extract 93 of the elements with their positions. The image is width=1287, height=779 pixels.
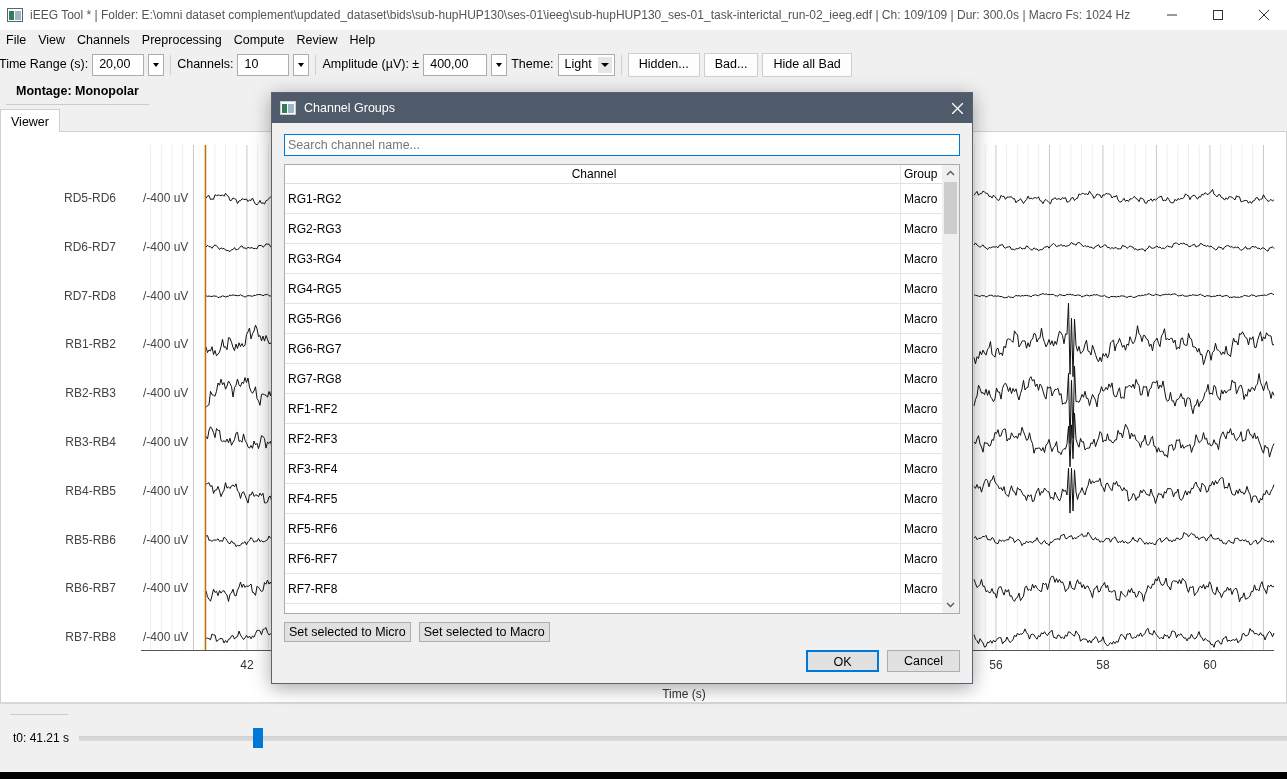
- axis-title: Time (s): [662, 687, 706, 701]
- spin-button[interactable]: [491, 53, 508, 76]
- channels-label: Channels:: [177, 56, 234, 74]
- menu-item[interactable]: Review: [290, 31, 344, 50]
- dropdown-icon: [597, 56, 612, 73]
- tick-label: 60: [1203, 658, 1217, 672]
- close-icon: [951, 102, 963, 114]
- scale-label: /-400 uV: [143, 337, 189, 352]
- scale-label: /-400 uV: [143, 435, 189, 449]
- table-cell-text: RG5-RG6: [287, 310, 343, 328]
- caret-icon: [298, 62, 305, 67]
- search-field[interactable]: Search channel name...: [284, 134, 960, 156]
- table-cell-text: RG4-RG5: [287, 280, 343, 298]
- table-cell-text: RF5-RF6: [287, 520, 339, 538]
- caret-icon: [153, 62, 160, 67]
- channel-label: RB4-RB5: [65, 483, 116, 498]
- t0-label: t0: 41.21 s: [13, 730, 70, 747]
- menu-item[interactable]: Channels: [71, 31, 136, 50]
- eeg-trace: [205, 627, 273, 644]
- group-button[interactable]: Set selected to Macro: [418, 622, 550, 642]
- scale-label: /-400 uV: [143, 483, 189, 498]
- menu-item[interactable]: Preprocessing: [135, 31, 228, 50]
- scale-label: /-400 uV: [143, 386, 189, 401]
- scale-label: /-400 uV: [143, 532, 189, 547]
- toolbar-button[interactable]: Bad...: [703, 52, 759, 77]
- table-cell-text: RG6-RG7: [287, 340, 343, 358]
- channel-label: RB5-RB6: [65, 532, 116, 547]
- tick-label: 58: [1096, 658, 1110, 672]
- column-header[interactable]: Channel: [285, 165, 900, 183]
- table-cell-text: RF6-RF7: [287, 550, 339, 568]
- cancel-button[interactable]: Cancel: [887, 650, 960, 672]
- amplitude-label: Amplitude (µV): ±: [322, 56, 420, 74]
- theme-dropdown[interactable]: Light: [557, 53, 615, 76]
- tick-label: 56: [989, 658, 1003, 672]
- eeg-trace: [205, 192, 273, 206]
- window-title: iEEG Tool * | Folder: E:\omni dataset complement\updated_dataset\bids\sub-hupHUP130\ses-01\ieeg\sub-hupHUP130_ses-01_task-interictal_run-02_ieeg.edf | Ch: 109/109 | Dur: 300.0s | Macro Fs: 1024 Hz: [30, 7, 1131, 24]
- time-range-field[interactable]: 20,00: [92, 53, 145, 76]
- scroll-thumb[interactable]: [944, 182, 957, 234]
- app-icon: [280, 101, 296, 115]
- menu-item[interactable]: Compute: [227, 31, 291, 50]
- tick-label: 42: [240, 658, 254, 672]
- eeg-trace: [205, 293, 273, 299]
- table-cell-text: RF4-RF5: [287, 490, 339, 508]
- eeg-trace: [205, 426, 273, 450]
- caret-icon: [496, 62, 503, 67]
- channel-label: RD6-RD7: [64, 239, 116, 254]
- channel-label: RD7-RD8: [64, 288, 116, 303]
- group-button[interactable]: Set selected to Micro: [284, 622, 411, 642]
- amplitude-field[interactable]: 400,00: [423, 53, 488, 76]
- spin-button[interactable]: [293, 53, 310, 76]
- channel-label: RB6-RB7: [65, 581, 116, 596]
- eeg-trace: [205, 377, 273, 408]
- menu-item[interactable]: File: [0, 31, 33, 50]
- toolbar-button[interactable]: Hide all Bad: [762, 52, 852, 77]
- scale-label: /-400 uV: [143, 581, 189, 596]
- channel-label: RB2-RB3: [65, 386, 116, 401]
- scale-label: /-400 uV: [143, 239, 189, 254]
- eeg-trace: [205, 324, 273, 357]
- channel-label: RB3-RB4: [65, 435, 116, 449]
- slider-thumb[interactable]: [252, 728, 263, 748]
- eeg-trace: [205, 243, 273, 253]
- menu-item[interactable]: Help: [343, 31, 382, 50]
- menu-item[interactable]: View: [32, 31, 72, 50]
- table-cell-text: RF3-RF4: [287, 460, 339, 478]
- channel-label: RB1-RB2: [65, 337, 116, 352]
- ok-button[interactable]: OK: [806, 650, 879, 672]
- theme-label: Theme:: [511, 56, 554, 74]
- viewer-tab[interactable]: Viewer: [0, 109, 60, 132]
- channel-label: RB7-RB8: [65, 630, 116, 645]
- scale-label: /-400 uV: [143, 630, 189, 645]
- table-cell-text: RF1-RF2: [287, 400, 339, 418]
- table-cell-text: RF7-RF8: [287, 580, 339, 598]
- dialog-title: Channel Groups: [304, 99, 396, 117]
- time-range-label: Time Range (s):: [0, 56, 89, 74]
- channel-label: RD5-RD6: [64, 191, 116, 205]
- table-cell-text: RG1-RG2: [287, 190, 343, 208]
- eeg-trace: [205, 579, 273, 602]
- scale-label: /-400 uV: [143, 191, 189, 205]
- app-icon: [7, 8, 23, 22]
- table-cell-text: RG7-RG8: [287, 370, 343, 388]
- eeg-trace: [205, 535, 273, 548]
- table-cell-text: RG2-RG3: [287, 220, 343, 238]
- montage-label: Montage: Monopolar: [6, 79, 149, 105]
- close-icon: [1259, 10, 1269, 20]
- eeg-trace: [205, 482, 273, 504]
- scale-label: /-400 uV: [143, 288, 189, 303]
- table-cell-text: RF2-RF3: [287, 430, 339, 448]
- spin-button[interactable]: [148, 53, 165, 76]
- scrollbar[interactable]: [942, 165, 959, 613]
- toolbar-button[interactable]: Hidden...: [627, 52, 700, 77]
- channels-field[interactable]: 10: [237, 53, 290, 76]
- table-cell-text: RG3-RG4: [287, 250, 343, 268]
- maximize-icon: [1213, 10, 1223, 20]
